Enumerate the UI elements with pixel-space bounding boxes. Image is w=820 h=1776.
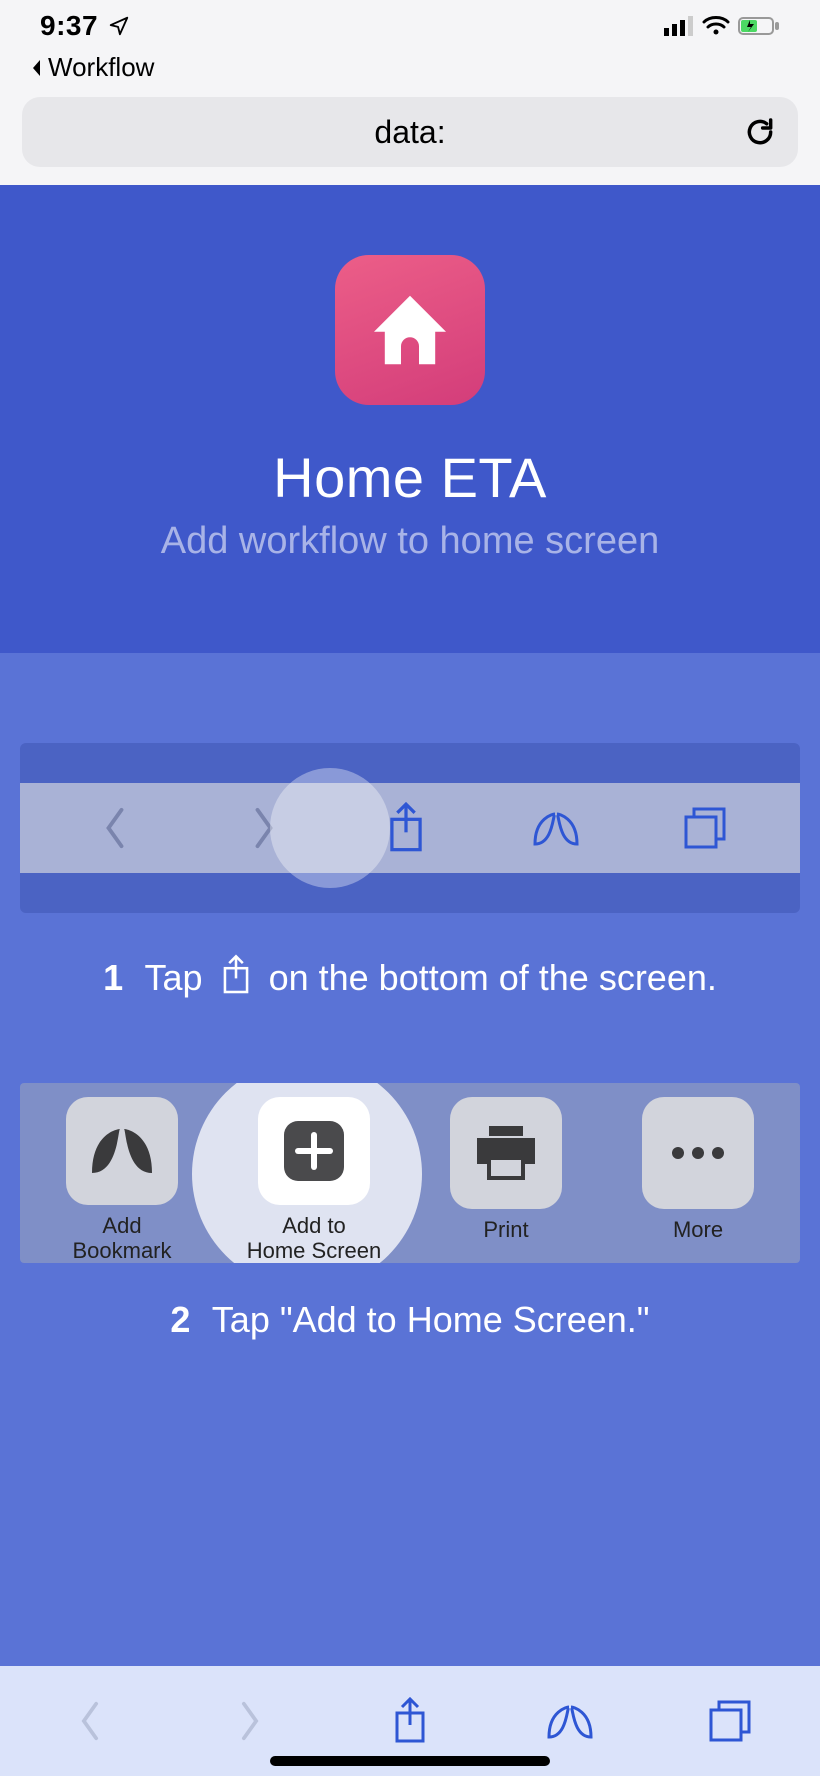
sheet-label-0-line2: Bookmark	[72, 1238, 171, 1263]
sheet-label-1-line2: Home Screen	[247, 1238, 382, 1263]
hero-subtitle: Add workflow to home screen	[20, 520, 800, 563]
share-sheet-demo: Add Bookmark Add to Home Scree	[20, 1083, 800, 1263]
sheet-item-bookmark: Add Bookmark	[34, 1097, 210, 1263]
sheet-label-2-line1: Print	[483, 1217, 528, 1242]
battery-icon	[738, 16, 780, 36]
signal-icon	[664, 16, 694, 36]
hero-title: Home ETA	[20, 445, 800, 510]
more-icon	[642, 1097, 754, 1209]
demo-tabs-icon	[675, 798, 735, 858]
step-1-after: on the bottom of the screen.	[269, 957, 717, 998]
step-2: 2 Tap "Add to Home Screen."	[20, 1295, 800, 1345]
url-text: data:	[374, 114, 445, 151]
print-icon	[450, 1097, 562, 1209]
step-1: 1 Tap on the bottom of the screen.	[20, 953, 800, 1003]
nav-back-button[interactable]	[60, 1691, 120, 1751]
bookmarks-button[interactable]	[540, 1691, 600, 1751]
share-inline-icon	[219, 954, 253, 996]
step-2-number: 2	[170, 1299, 190, 1340]
page-content: Home ETA Add workflow to home screen	[0, 185, 820, 1666]
tabs-button[interactable]	[700, 1691, 760, 1751]
back-to-app[interactable]: Workflow	[0, 52, 820, 93]
sheet-label-0-line1: Add	[102, 1213, 141, 1238]
sheet-label-1-line1: Add to	[282, 1213, 346, 1238]
add-home-icon	[258, 1097, 370, 1204]
status-time: 9:37	[40, 10, 98, 42]
hero: Home ETA Add workflow to home screen	[0, 185, 820, 653]
step-2-text: Tap "Add to Home Screen."	[212, 1299, 650, 1340]
sheet-label-3-line1: More	[673, 1217, 723, 1242]
sheet-item-more: More	[610, 1097, 786, 1263]
demo-bookmarks-icon	[526, 798, 586, 858]
url-bar[interactable]: data:	[22, 97, 798, 167]
back-caret-icon	[28, 58, 44, 78]
app-icon	[335, 255, 485, 405]
step-1-before: Tap	[145, 957, 203, 998]
demo-back-icon	[85, 798, 145, 858]
reload-icon[interactable]	[744, 116, 776, 148]
location-icon	[108, 15, 130, 37]
sheet-item-add-home: Add to Home Screen	[226, 1097, 402, 1263]
share-button[interactable]	[380, 1691, 440, 1751]
nav-forward-button[interactable]	[220, 1691, 280, 1751]
bookmark-icon	[66, 1097, 178, 1204]
wifi-icon	[702, 16, 730, 36]
sheet-item-print: Print	[418, 1097, 594, 1263]
status-bar: 9:37	[0, 0, 820, 52]
demo-toolbar	[20, 743, 800, 913]
demo-highlight	[270, 768, 390, 888]
back-app-label: Workflow	[48, 52, 154, 83]
home-indicator	[270, 1756, 550, 1766]
step-1-number: 1	[103, 957, 123, 998]
